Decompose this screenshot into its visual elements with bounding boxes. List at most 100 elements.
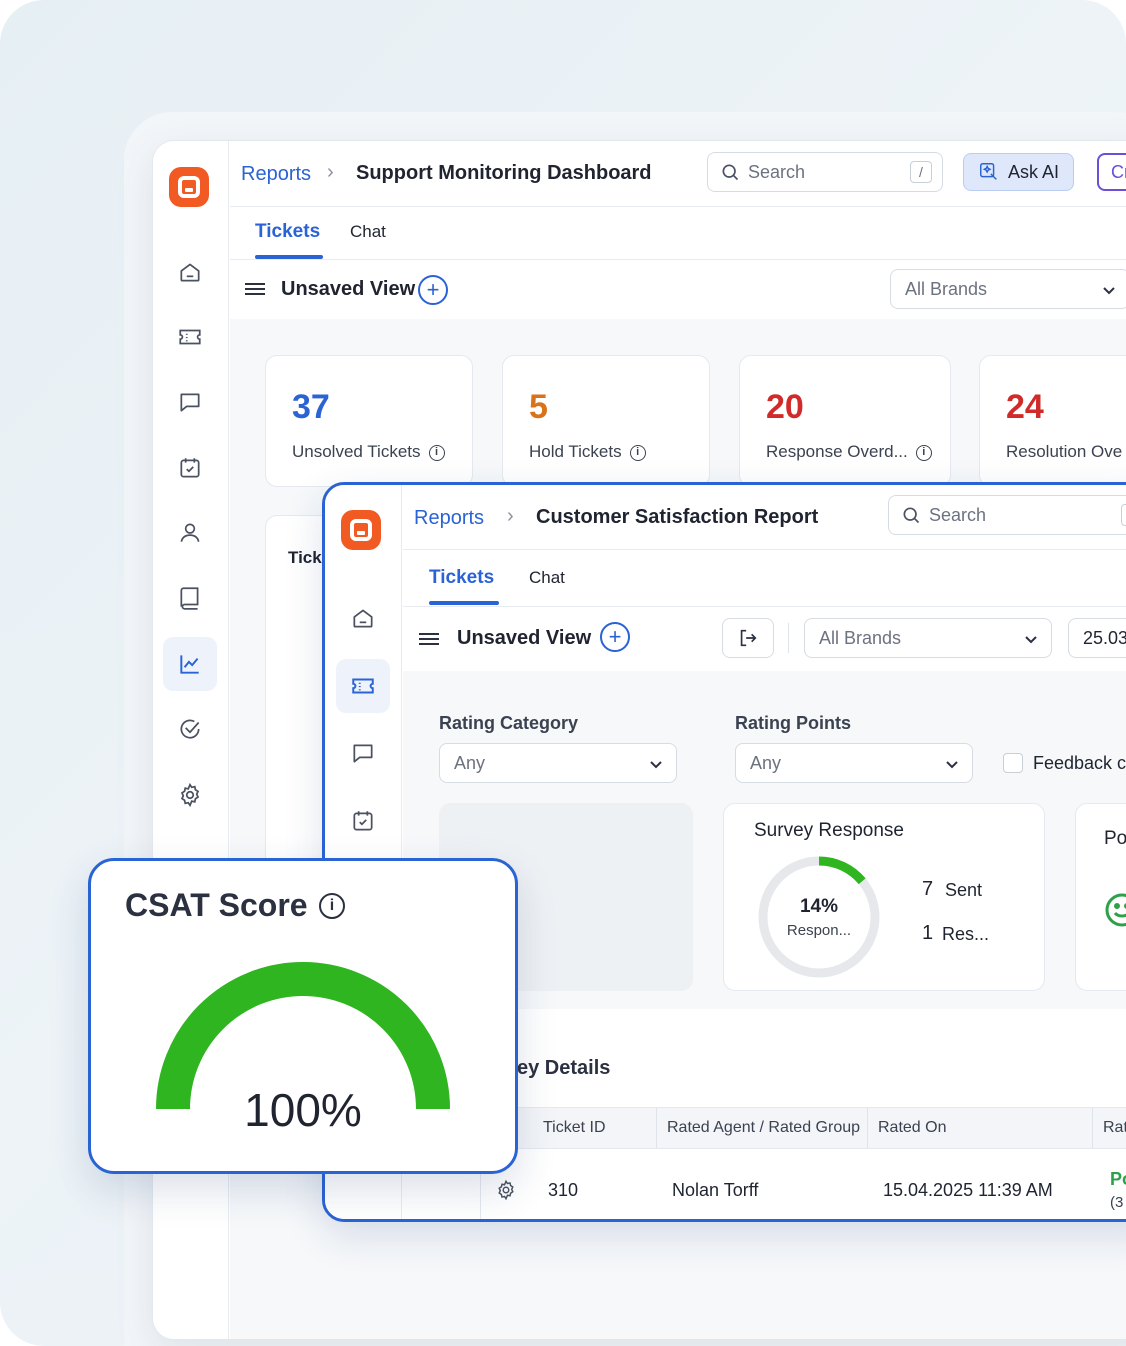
column-divider (656, 1107, 657, 1149)
search-shortcut-key: / (1121, 504, 1126, 526)
user-icon[interactable] (163, 506, 217, 560)
section-title: ey Details (517, 1057, 611, 1079)
stat-value: 24 (1006, 388, 1044, 426)
breadcrumb-reports[interactable]: Reports (414, 507, 484, 530)
view-name[interactable]: Unsaved View (457, 627, 591, 650)
csat-score-card: CSAT Score i 100% (88, 858, 518, 1174)
info-icon[interactable]: i (319, 893, 345, 919)
chat-icon[interactable] (163, 375, 217, 429)
ask-ai-label: Ask AI (1008, 161, 1060, 182)
info-icon[interactable]: i (915, 444, 932, 461)
check-circle-icon[interactable] (163, 702, 217, 756)
stat-card-resolution-overdue[interactable]: 24 Resolution Ove (979, 355, 1126, 487)
search-icon (903, 507, 920, 524)
ask-ai-button[interactable]: Ask AI (963, 153, 1075, 191)
survey-percent-label: Respon... (786, 922, 852, 939)
cell-ticket-id: 310 (548, 1180, 579, 1200)
date-range-select[interactable]: 25.03 (1068, 618, 1126, 658)
reports-chart-icon[interactable] (163, 637, 217, 691)
column-header-ticket-id[interactable]: Ticket ID (543, 1119, 606, 1137)
page-title: Customer Satisfaction Report (536, 506, 819, 528)
column-divider (867, 1107, 868, 1149)
calendar-check-icon[interactable] (336, 794, 390, 848)
responses-label: Res... (942, 924, 990, 944)
tab-tickets[interactable]: Tickets (255, 221, 320, 243)
info-icon[interactable]: i (428, 444, 445, 461)
cell-rating-sub: (3 (1110, 1194, 1124, 1211)
brand-select-value: All Brands (819, 627, 902, 648)
chevron-down-icon (946, 761, 958, 769)
tab-chat[interactable]: Chat (529, 568, 565, 588)
tab-tickets[interactable]: Tickets (429, 567, 494, 589)
tab-chat[interactable]: Chat (350, 222, 386, 242)
brand-select[interactable]: All Brands (890, 269, 1126, 309)
stat-card-hold[interactable]: 5 Hold Tickets i (502, 355, 710, 487)
book-icon[interactable] (163, 571, 217, 625)
csat-value: 100% (244, 1084, 362, 1136)
rating-category-label: Rating Category (439, 713, 579, 733)
feedback-checkbox-label: Feedback c (1033, 753, 1126, 773)
rating-points-label: Rating Points (735, 713, 851, 733)
home-icon[interactable] (163, 245, 217, 299)
column-header-rated-on[interactable]: Rated On (878, 1119, 946, 1137)
view-name[interactable]: Unsaved View (281, 278, 415, 301)
list-view-icon[interactable] (419, 631, 441, 649)
stat-card-response-overdue[interactable]: 20 Response Overd... i (739, 355, 951, 487)
breadcrumb-reports[interactable]: Reports (241, 163, 311, 186)
home-icon[interactable] (336, 591, 390, 645)
stat-label: Resolution Ove (1006, 442, 1123, 461)
survey-title: Survey Response (754, 820, 904, 841)
brand-select-value: All Brands (905, 278, 988, 299)
app-logo[interactable] (169, 167, 209, 207)
stat-card-unsolved[interactable]: 37 Unsolved Tickets i (265, 355, 473, 487)
divider (230, 259, 1126, 260)
row-settings-gear-icon[interactable] (495, 1179, 517, 1201)
feedback-checkbox[interactable] (1003, 753, 1023, 773)
ticket-icon[interactable] (163, 310, 217, 364)
divider (230, 206, 1126, 207)
stat-label: Hold Tickets i (529, 442, 646, 462)
list-view-icon[interactable] (245, 281, 267, 299)
chevron-down-icon (650, 761, 662, 769)
app-logo[interactable] (341, 510, 381, 550)
divider (788, 623, 789, 653)
chat-icon[interactable] (336, 726, 390, 780)
search-placeholder: Search (748, 161, 806, 182)
export-icon (740, 629, 757, 647)
rating-points-select[interactable]: Any (735, 743, 973, 783)
column-header-rated-agent[interactable]: Rated Agent / Rated Group (667, 1119, 860, 1137)
active-tab-indicator (429, 601, 499, 605)
chevron-down-icon (1103, 287, 1115, 295)
search-input[interactable]: Search / (707, 152, 943, 192)
search-input[interactable]: Search / (888, 495, 1126, 535)
search-icon (722, 164, 739, 181)
rating-points-value: Any (750, 752, 782, 773)
column-header-rating[interactable]: Rat (1103, 1119, 1126, 1137)
create-button[interactable]: Cr (1097, 153, 1126, 191)
divider (403, 549, 1126, 550)
stat-value: 37 (292, 388, 330, 426)
export-button[interactable] (722, 618, 774, 658)
sent-label: Sent (945, 880, 983, 900)
rating-category-value: Any (454, 752, 486, 773)
date-range-value: 25.03 (1083, 627, 1126, 648)
brand-select[interactable]: All Brands (804, 618, 1052, 658)
settings-gear-icon[interactable] (163, 768, 217, 822)
chevron-down-icon (1025, 636, 1037, 644)
add-view-button[interactable]: + (600, 622, 630, 652)
ticket-icon[interactable] (336, 659, 390, 713)
rating-category-select[interactable]: Any (439, 743, 677, 783)
sent-count: 7 (922, 878, 934, 900)
smile-face-icon (1105, 893, 1126, 927)
card-title: Tick (288, 548, 322, 567)
search-placeholder: Search (929, 504, 987, 525)
add-view-button[interactable]: + (418, 275, 448, 305)
column-divider (1092, 1107, 1093, 1149)
info-icon[interactable]: i (629, 444, 646, 461)
stat-label: Response Overd... i (766, 442, 932, 462)
calendar-check-icon[interactable] (163, 441, 217, 495)
stat-value: 5 (529, 388, 548, 426)
cell-rating: Po (1110, 1169, 1126, 1189)
search-shortcut-key: / (910, 161, 932, 183)
breadcrumb-separator-icon: › (507, 505, 514, 527)
